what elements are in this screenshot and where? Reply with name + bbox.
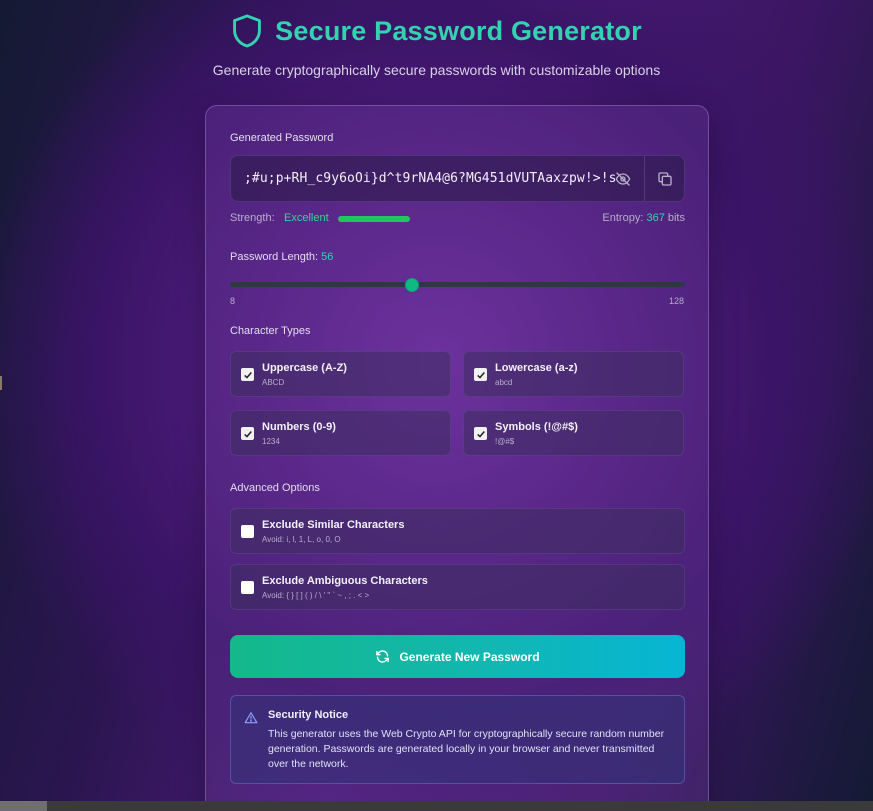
- edge-marker: [0, 376, 2, 390]
- page-header: Secure Password Generator Generate crypt…: [0, 12, 873, 78]
- option-symbols[interactable]: Symbols (!@#$) !@#$: [463, 410, 684, 456]
- password-display: ;#u;p+RH_c9y6oOi}d^t9rNA4@6?MG451dVUTAax…: [230, 155, 685, 202]
- option-label: Numbers (0-9): [262, 421, 336, 433]
- generate-button-label: Generate New Password: [399, 649, 540, 664]
- password-value[interactable]: ;#u;p+RH_c9y6oOi}d^t9rNA4@6?MG451dVUTAax…: [244, 171, 617, 186]
- length-label: Password Length:: [230, 251, 319, 263]
- password-label: Generated Password: [230, 132, 334, 144]
- refresh-icon: [376, 650, 390, 663]
- strength-value: Excellent: [284, 212, 329, 224]
- exclude-similar-checkbox[interactable]: [241, 525, 254, 538]
- page-title: Secure Password Generator: [275, 15, 642, 46]
- option-sample: abcd: [495, 378, 513, 387]
- uppercase-checkbox[interactable]: [241, 368, 254, 381]
- generator-card: Generated Password ;#u;p+RH_c9y6oOi}d^t9…: [205, 105, 709, 811]
- strength-row: Strength: Excellent Entropy: 367 bits: [230, 211, 685, 227]
- numbers-checkbox[interactable]: [241, 427, 254, 440]
- exclude-ambiguous-checkbox[interactable]: [241, 581, 254, 594]
- checkmark-icon: [476, 430, 485, 438]
- eye-off-icon: [615, 171, 631, 186]
- option-sample: 1234: [262, 437, 280, 446]
- length-min: 8: [230, 296, 236, 306]
- notice-title: Security Notice: [268, 709, 349, 721]
- character-types-heading: Character Types: [230, 325, 311, 337]
- shield-icon: [233, 14, 262, 48]
- option-label: Lowercase (a-z): [495, 362, 578, 374]
- entropy-readout: Entropy: 367 bits: [602, 212, 685, 224]
- scrollbar-thumb[interactable]: [0, 801, 47, 811]
- entropy-label: Entropy:: [602, 212, 644, 224]
- generate-password-button[interactable]: Generate New Password: [230, 635, 685, 678]
- option-exclude-ambiguous[interactable]: Exclude Ambiguous Characters Avoid: { } …: [230, 564, 685, 610]
- length-label-row: Password Length: 56: [230, 251, 333, 263]
- symbols-checkbox[interactable]: [474, 427, 487, 440]
- notice-body: This generator uses the Web Crypto API f…: [268, 728, 665, 770]
- length-value: 56: [321, 251, 334, 263]
- option-sample: Avoid: { } [ ] ( ) / \ ' " ` ~ , ; . < >: [262, 591, 370, 600]
- strength-label: Strength:: [230, 212, 275, 224]
- option-sample: Avoid: i, l, 1, L, o, 0, O: [262, 535, 341, 544]
- option-label: Exclude Similar Characters: [262, 519, 405, 531]
- length-slider[interactable]: [230, 282, 685, 287]
- checkmark-icon: [243, 430, 252, 438]
- entropy-value: 367: [646, 212, 665, 224]
- option-exclude-similar[interactable]: Exclude Similar Characters Avoid: i, l, …: [230, 508, 685, 554]
- option-label: Uppercase (A-Z): [262, 362, 347, 374]
- length-slider-thumb[interactable]: [405, 278, 419, 292]
- page-subtitle: Generate cryptographically secure passwo…: [212, 62, 661, 78]
- horizontal-scrollbar[interactable]: [0, 801, 873, 811]
- copy-icon: [657, 171, 672, 186]
- option-label: Symbols (!@#$): [495, 421, 578, 433]
- option-label: Exclude Ambiguous Characters: [262, 575, 428, 587]
- security-notice: Security Notice This generator uses the …: [230, 695, 685, 784]
- copy-button[interactable]: [644, 156, 684, 201]
- title-row: Secure Password Generator: [0, 12, 873, 50]
- length-max: 128: [668, 296, 684, 306]
- option-sample: ABCD: [262, 378, 285, 387]
- option-lowercase[interactable]: Lowercase (a-z) abcd: [463, 351, 684, 397]
- toggle-visibility-button[interactable]: [603, 156, 643, 201]
- option-numbers[interactable]: Numbers (0-9) 1234: [230, 410, 451, 456]
- lowercase-checkbox[interactable]: [474, 368, 487, 381]
- advanced-options-heading: Advanced Options: [230, 482, 320, 494]
- option-uppercase[interactable]: Uppercase (A-Z) ABCD: [230, 351, 451, 397]
- strength-meter: [338, 216, 410, 222]
- entropy-unit: bits: [667, 212, 685, 224]
- option-sample: !@#$: [495, 437, 515, 446]
- checkmark-icon: [476, 371, 485, 379]
- warning-icon: [244, 712, 258, 724]
- checkmark-icon: [243, 371, 252, 379]
